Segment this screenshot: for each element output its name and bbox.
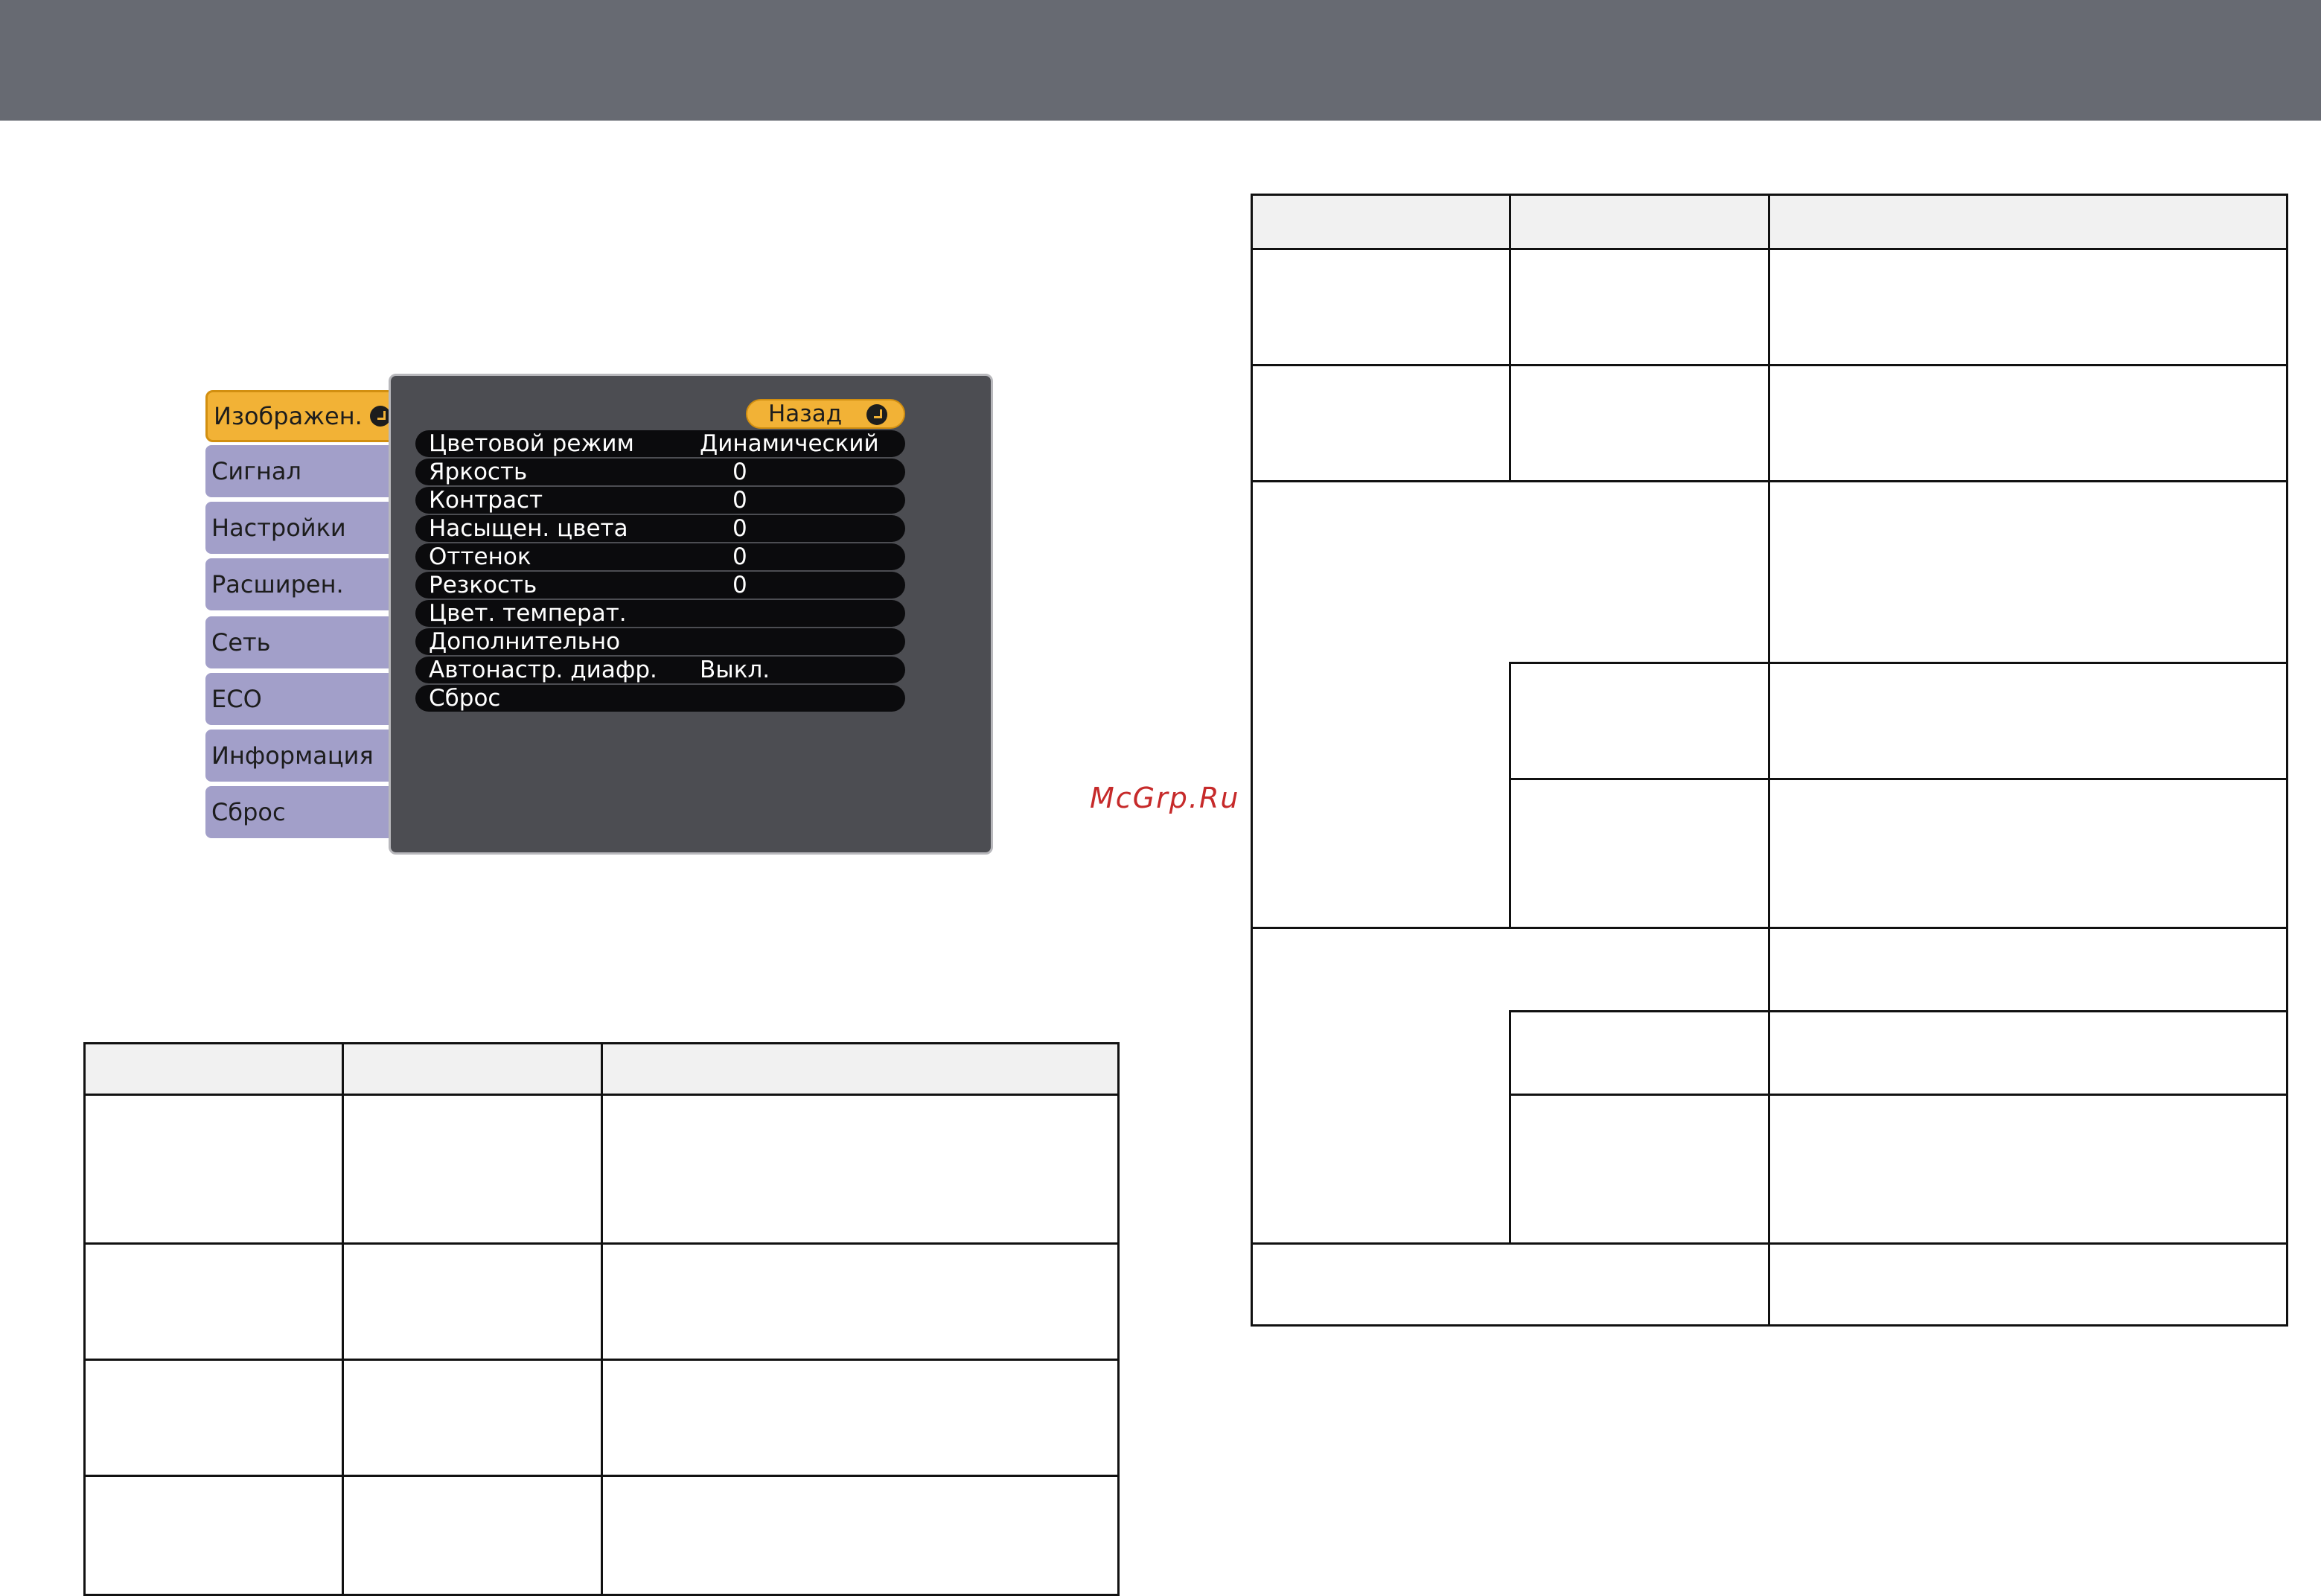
item-label: Сброс: [429, 685, 501, 712]
menu-item-reset[interactable]: Сброс: [415, 685, 905, 712]
tab-label: ECO: [211, 685, 262, 713]
enter-icon: [866, 404, 887, 425]
item-value: 0: [732, 543, 747, 570]
tab-label: Настройки: [211, 514, 346, 542]
item-value: Динамический: [700, 430, 879, 457]
col-divider: [1509, 1010, 1511, 1242]
col-divider: [1509, 662, 1511, 927]
item-label: Резкость: [429, 572, 537, 598]
tab-signal[interactable]: Сигнал: [205, 445, 406, 497]
item-label: Цвет. температ.: [429, 600, 627, 627]
left-table: [83, 1042, 1120, 1596]
tab-info[interactable]: Информация: [205, 730, 406, 782]
item-label: Цветовой режим: [429, 430, 634, 457]
tab-label: Информация: [211, 741, 374, 770]
tab-settings[interactable]: Настройки: [205, 502, 406, 554]
item-label: Яркость: [429, 459, 528, 485]
menu-item-brightness[interactable]: Яркость 0: [415, 459, 905, 485]
row-divider: [1510, 778, 2286, 780]
tab-extended[interactable]: Расширен.: [205, 558, 406, 610]
tab-image[interactable]: Изображен.: [205, 390, 400, 442]
tab-label: Сеть: [211, 628, 271, 657]
tab-eco[interactable]: ECO: [205, 673, 406, 725]
row-divider: [1510, 1094, 2286, 1096]
tab-label: Сигнал: [211, 457, 301, 485]
back-button[interactable]: Назад: [746, 399, 905, 429]
menu-item-color-mode[interactable]: Цветовой режим Динамический: [415, 430, 905, 457]
col-divider: [1509, 196, 1511, 480]
item-value: 0: [732, 487, 747, 514]
item-label: Автонастр. диафр.: [429, 657, 657, 683]
menu-item-sharpness[interactable]: Резкость 0: [415, 572, 905, 598]
header-bar: [0, 0, 2321, 121]
menu-item-auto-iris[interactable]: Автонастр. диафр. Выкл.: [415, 657, 905, 683]
tab-label: Изображен.: [214, 402, 363, 430]
row-divider: [1510, 662, 2286, 664]
item-value: 0: [732, 515, 747, 542]
tab-reset[interactable]: Сброс: [205, 786, 406, 838]
item-label: Контраст: [429, 487, 543, 514]
col-divider: [342, 1044, 344, 1594]
item-label: Оттенок: [429, 543, 531, 570]
tab-network[interactable]: Сеть: [205, 616, 406, 668]
watermark: McGrp.Ru: [1090, 782, 1240, 814]
menu-item-contrast[interactable]: Контраст 0: [415, 487, 905, 514]
row-divider: [1510, 1010, 2286, 1012]
item-value: 0: [732, 572, 747, 598]
right-table: [1251, 194, 2288, 1327]
col-divider: [601, 1044, 603, 1594]
item-label: Дополнительно: [429, 628, 621, 655]
enter-icon: [370, 406, 391, 427]
menu-item-advanced[interactable]: Дополнительно: [415, 628, 905, 655]
back-label: Назад: [768, 400, 843, 427]
item-label: Насыщен. цвета: [429, 515, 628, 542]
item-value: Выкл.: [700, 657, 770, 683]
tab-label: Расширен.: [211, 570, 344, 598]
item-value: 0: [732, 459, 747, 485]
tab-label: Сброс: [211, 798, 286, 826]
col-divider: [1768, 196, 1770, 1324]
menu-item-tint[interactable]: Оттенок 0: [415, 543, 905, 570]
menu-item-color-temp[interactable]: Цвет. температ.: [415, 600, 905, 627]
menu-item-saturation[interactable]: Насыщен. цвета 0: [415, 515, 905, 542]
